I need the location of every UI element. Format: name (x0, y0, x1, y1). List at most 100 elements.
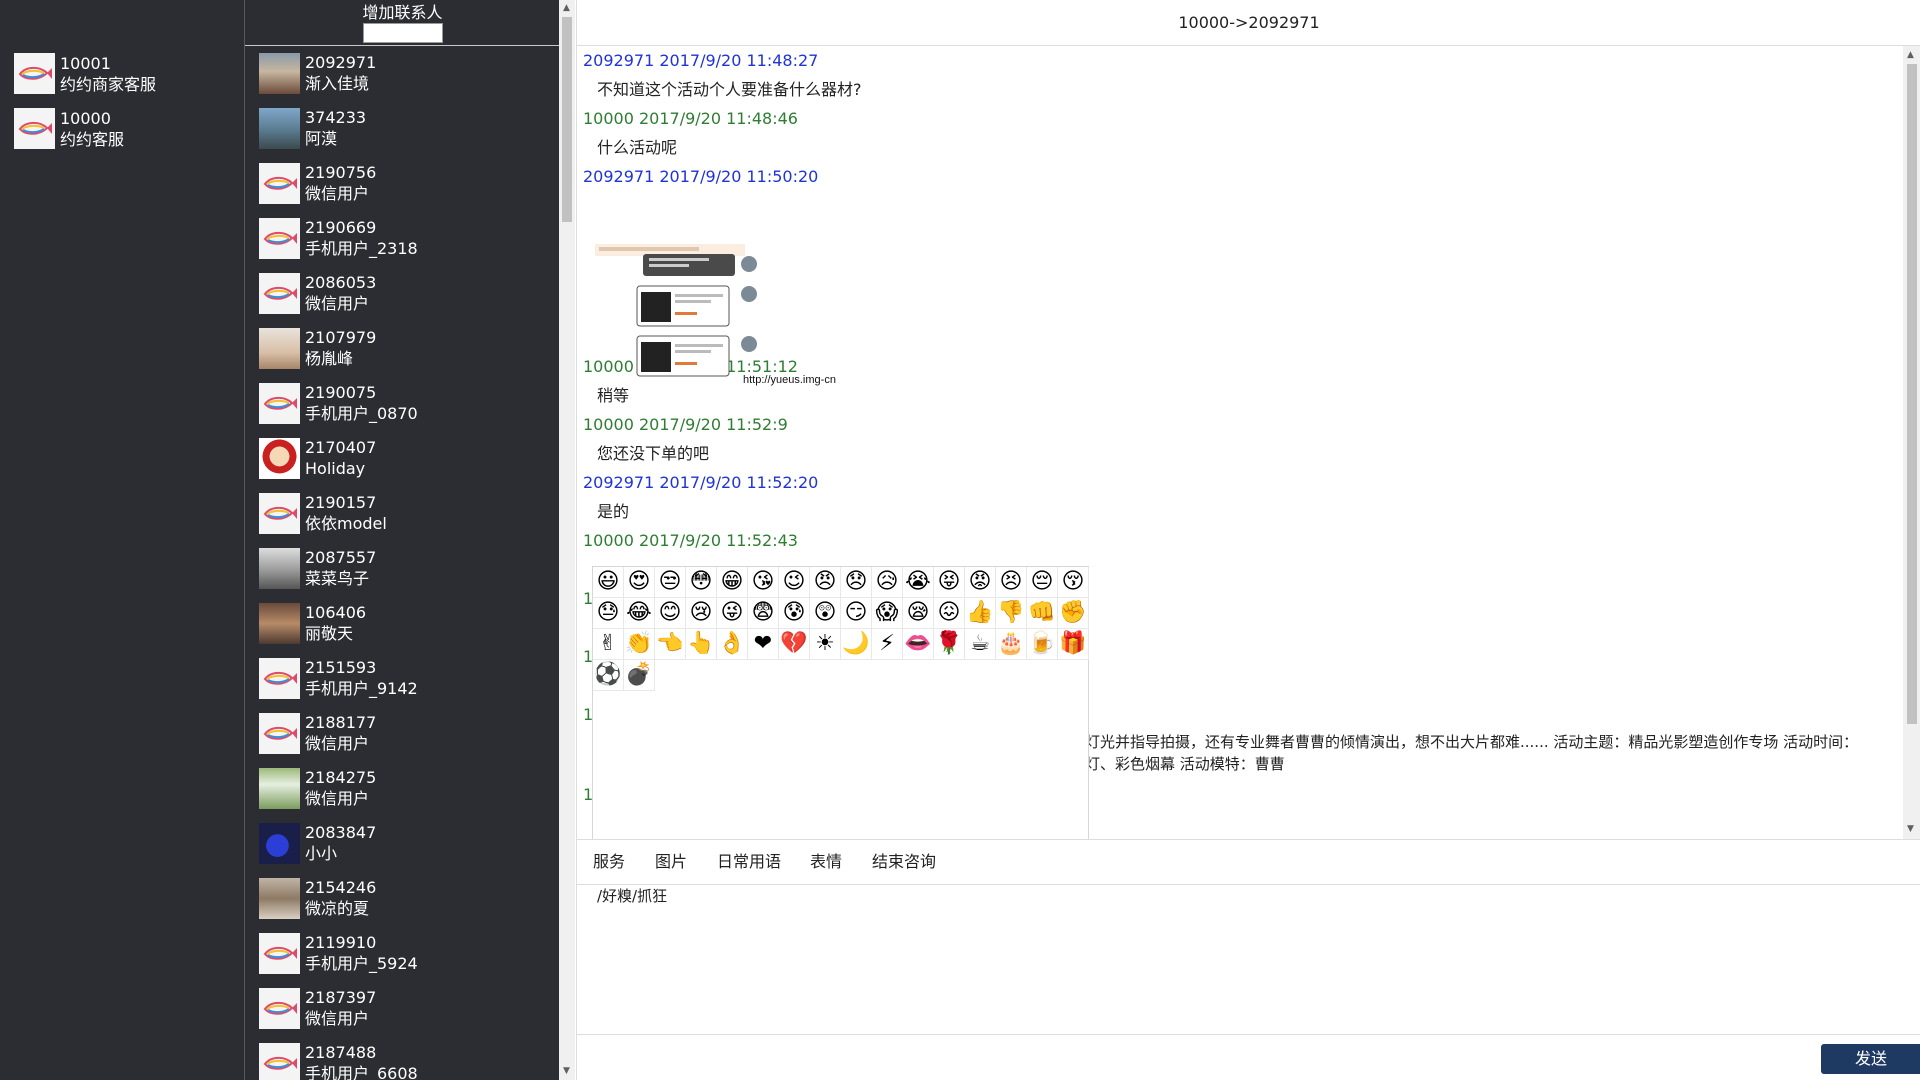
emoji-item[interactable]: 😏 (841, 598, 872, 629)
toolbar-service[interactable]: 服务 (593, 852, 625, 872)
emoji-item[interactable]: ✊ (1058, 598, 1089, 629)
contact-item[interactable]: 2107979 杨胤峰 (259, 328, 559, 376)
emoji-item[interactable]: 😃 (593, 567, 624, 598)
emoji-item[interactable]: 😣 (996, 567, 1027, 598)
contact-item[interactable]: 2092971 渐入佳境 (259, 53, 559, 101)
emoji-item[interactable]: 🎂 (996, 629, 1027, 660)
scroll-down-arrow-icon[interactable]: ▼ (1907, 824, 1914, 834)
emoji-item[interactable]: 🍺 (1027, 629, 1058, 660)
emoji-item[interactable]: 👎 (996, 598, 1027, 629)
emoji-item[interactable]: 😖 (934, 598, 965, 629)
emoji-item[interactable]: 👈 (655, 629, 686, 660)
emoji-item[interactable]: 😓 (593, 598, 624, 629)
message-time: 2017/9/20 11:50:20 (659, 167, 819, 186)
message-time: 2017/9/20 11:52:9 (639, 415, 788, 434)
emoji-item[interactable]: 👏 (624, 629, 655, 660)
emoji-item[interactable]: ❤ (748, 629, 779, 660)
contact-item[interactable]: 2086053 微信用户 (259, 273, 559, 321)
emoji-item[interactable]: 😲 (810, 598, 841, 629)
contact-item[interactable]: 2187397 微信用户 (259, 988, 559, 1036)
contact-avatar (259, 438, 300, 479)
emoji-item[interactable]: 😂 (624, 598, 655, 629)
emoji-item[interactable]: 😭 (903, 567, 934, 598)
emoji-item[interactable]: 👆 (686, 629, 717, 660)
message-image-url: http://yueus.img-cn (743, 374, 836, 386)
toolbar-emoji[interactable]: 表情 (810, 852, 842, 872)
emoji-item[interactable]: ⚽ (593, 660, 624, 691)
message-image[interactable] (595, 244, 825, 392)
contact-item[interactable]: 2154246 微凉的夏 (259, 878, 559, 926)
emoji-item[interactable]: 👍 (965, 598, 996, 629)
contact-item[interactable]: 106406 丽敬天 (259, 603, 559, 651)
contact-item[interactable]: 2187488 手机用户_6608 (259, 1043, 559, 1080)
emoji-item[interactable]: 😰 (779, 598, 810, 629)
emoji-item[interactable]: ✌ (593, 629, 624, 660)
emoji-item[interactable]: 😚 (1058, 567, 1089, 598)
emoji-item[interactable]: 😁 (717, 567, 748, 598)
contact-item[interactable]: 2119910 手机用户_5924 (259, 933, 559, 981)
emoji-item[interactable]: 🎁 (1058, 629, 1089, 660)
emoji-item[interactable]: 😉 (779, 567, 810, 598)
contact-item[interactable]: 2188177 微信用户 (259, 713, 559, 761)
emoji-item[interactable]: 😊 (655, 598, 686, 629)
emoji-item[interactable]: 😒 (655, 567, 686, 598)
contact-avatar (259, 53, 300, 94)
emoji-item[interactable]: 😠 (810, 567, 841, 598)
emoji-item[interactable]: 💔 (779, 629, 810, 660)
emoji-item[interactable]: 🌹 (934, 629, 965, 660)
account-name: 约约客服 (60, 130, 125, 149)
scroll-down-arrow-icon[interactable]: ▼ (563, 1066, 570, 1076)
toolbar-end-consult[interactable]: 结束咨询 (872, 852, 936, 872)
message-input[interactable]: /好糗/抓狂 (597, 886, 1897, 1030)
emoji-item[interactable]: 👄 (903, 629, 934, 660)
message-sender: 2092971 (583, 51, 655, 70)
contact-item[interactable]: 2151593 手机用户_9142 (259, 658, 559, 706)
emoji-item[interactable]: ☀ (810, 629, 841, 660)
emoji-item[interactable]: 😨 (748, 598, 779, 629)
chat-panel: 10000->2092971 2092971 2017/9/20 11:48:2… (576, 0, 1920, 1080)
emoji-item[interactable]: 💣 (624, 660, 655, 691)
emoji-item[interactable]: 😍 (624, 567, 655, 598)
emoji-item[interactable]: ⚡ (872, 629, 903, 660)
add-contact-input[interactable] (363, 23, 443, 43)
toolbar-image[interactable]: 图片 (655, 852, 687, 872)
emoji-item[interactable]: 🌙 (841, 629, 872, 660)
contact-item[interactable]: 2190756 微信用户 (259, 163, 559, 211)
contact-item[interactable]: 2190669 手机用户_2318 (259, 218, 559, 266)
emoji-item[interactable]: 😪 (903, 598, 934, 629)
contact-id: 2119910 (305, 933, 377, 952)
send-button[interactable]: 发送 (1821, 1044, 1920, 1074)
emoji-item[interactable]: 😳 (686, 567, 717, 598)
contact-item[interactable]: 374233 阿漠 (259, 108, 559, 156)
account-list: 10001 约约商家客服 10000 约约客服 (0, 0, 244, 1080)
contact-item[interactable]: 2190157 依依model (259, 493, 559, 541)
contact-item[interactable]: 2190075 手机用户_0870 (259, 383, 559, 431)
emoji-item[interactable]: 👊 (1027, 598, 1058, 629)
contact-name: 微信用户 (305, 789, 370, 808)
contact-list-scrollbar[interactable]: ▲ ▼ (559, 0, 575, 1080)
emoji-item[interactable]: 👌 (717, 629, 748, 660)
emoji-item[interactable]: 😔 (1027, 567, 1058, 598)
contact-item[interactable]: 2083847 小小 (259, 823, 559, 871)
emoji-item[interactable]: 😝 (934, 567, 965, 598)
toolbar-common-phrases[interactable]: 日常用语 (717, 852, 781, 872)
contact-item[interactable]: 2184275 微信用户 (259, 768, 559, 816)
message-sender: 10000 (583, 415, 634, 434)
scrollbar-thumb[interactable] (562, 17, 572, 222)
message-list-scrollbar[interactable]: ▲ ▼ (1903, 46, 1920, 839)
emoji-item[interactable]: 😱 (872, 598, 903, 629)
scroll-up-arrow-icon[interactable]: ▲ (1907, 50, 1914, 60)
scroll-up-arrow-icon[interactable]: ▲ (563, 3, 570, 13)
scrollbar-thumb[interactable] (1907, 64, 1917, 724)
message-text: 您还没下单的吧 (597, 444, 710, 463)
emoji-item[interactable]: 😜 (717, 598, 748, 629)
emoji-item[interactable]: 😘 (748, 567, 779, 598)
emoji-item[interactable]: 😢 (686, 598, 717, 629)
emoji-item[interactable]: 😞 (841, 567, 872, 598)
contact-item[interactable]: 2170407 Holiday (259, 438, 559, 486)
emoji-item[interactable]: ☕ (965, 629, 996, 660)
contact-name: 丽敬天 (305, 624, 354, 643)
emoji-item[interactable]: 😥 (872, 567, 903, 598)
emoji-item[interactable]: 😡 (965, 567, 996, 598)
contact-item[interactable]: 2087557 菜菜鸟子 (259, 548, 559, 596)
